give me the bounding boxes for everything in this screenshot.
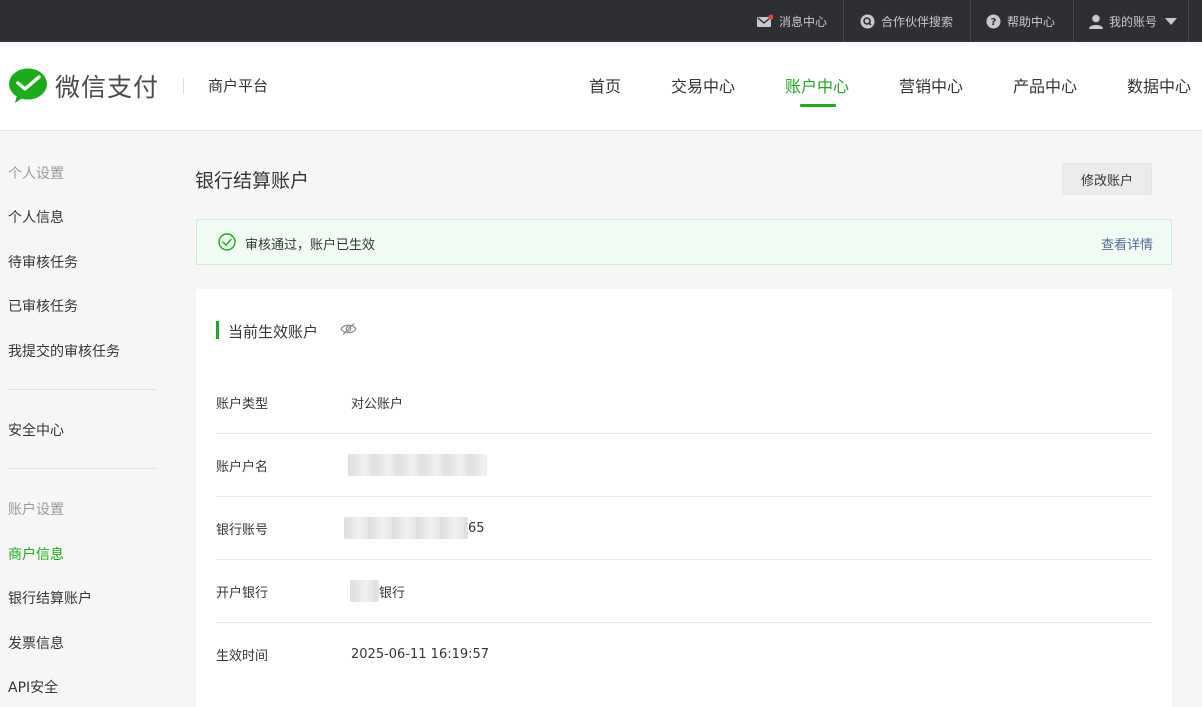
topbar-divider bbox=[843, 0, 844, 42]
search-circle-icon bbox=[860, 14, 875, 29]
svg-text:?: ? bbox=[991, 17, 997, 28]
logo-text: 微信支付 bbox=[55, 73, 160, 102]
effective-time-label: 生效时间 bbox=[216, 649, 269, 664]
sidebar-heading-account: 账户设置 bbox=[8, 502, 64, 518]
top-utility-bar: 消息中心 合作伙伴搜索 ? 帮助中心 我的账号 bbox=[0, 0, 1202, 42]
bank-account-number-label: 银行账号 bbox=[216, 522, 269, 538]
modify-account-button[interactable]: 修改账户 bbox=[1062, 163, 1152, 195]
wechat-pay-logo-icon bbox=[8, 68, 48, 108]
masked-account-number bbox=[344, 517, 468, 539]
nav-home[interactable]: 首页 bbox=[589, 73, 621, 97]
mail-icon bbox=[757, 14, 773, 28]
topbar-divider bbox=[1188, 0, 1189, 42]
nav-product-center[interactable]: 产品中心 bbox=[1013, 73, 1077, 97]
logo-divider bbox=[183, 78, 184, 94]
main-header: 微信支付 商户平台 首页 交易中心 账户中心 营销中心 产品中心 数据中心 bbox=[0, 42, 1202, 131]
user-icon bbox=[1089, 14, 1103, 29]
sidebar-item-api-security[interactable]: API安全 bbox=[8, 677, 58, 697]
sidebar-item-my-submitted[interactable]: 我提交的审核任务 bbox=[8, 341, 120, 361]
my-account-label: 我的账号 bbox=[1109, 14, 1158, 29]
account-name-row: 账户户名 bbox=[216, 434, 1152, 497]
topbar-divider bbox=[970, 0, 971, 42]
sidebar-item-invoice-info[interactable]: 发票信息 bbox=[8, 633, 64, 653]
effective-time-row: 生效时间 2025-06-11 16:19:57 bbox=[216, 623, 1152, 686]
masked-bank-name bbox=[350, 580, 379, 602]
sidebar-divider bbox=[8, 468, 156, 469]
account-type-value: 对公账户 bbox=[351, 396, 404, 412]
eye-hidden-icon[interactable] bbox=[340, 322, 357, 340]
nav-marketing-center[interactable]: 营销中心 bbox=[899, 73, 963, 97]
sidebar-heading-personal: 个人设置 bbox=[8, 166, 64, 182]
nav-data-center[interactable]: 数据中心 bbox=[1127, 73, 1191, 97]
account-type-row: 账户类型 对公账户 bbox=[216, 371, 1152, 434]
status-notice: 审核通过，账户已生效 查看详情 bbox=[196, 219, 1172, 265]
sidebar-divider bbox=[8, 389, 156, 390]
masked-account-name bbox=[348, 454, 487, 476]
view-details-link[interactable]: 查看详情 bbox=[1101, 234, 1153, 253]
sidebar-item-personal-info[interactable]: 个人信息 bbox=[8, 207, 64, 227]
account-name-value bbox=[348, 434, 487, 496]
effective-time-value: 2025-06-11 16:19:57 bbox=[351, 647, 490, 662]
nav-active-underline bbox=[800, 104, 836, 107]
check-circle-icon bbox=[218, 233, 236, 255]
opening-bank-suffix: 银行 bbox=[379, 585, 406, 601]
notice-text: 审核通过，账户已生效 bbox=[245, 238, 376, 253]
chevron-down-icon bbox=[1165, 17, 1178, 25]
sidebar-item-merchant-info[interactable]: 商户信息 bbox=[8, 544, 64, 564]
partner-search-label: 合作伙伴搜索 bbox=[881, 14, 954, 29]
sidebar-item-pending-review[interactable]: 待审核任务 bbox=[8, 252, 78, 272]
nav-account-center[interactable]: 账户中心 bbox=[785, 73, 849, 97]
help-icon: ? bbox=[986, 14, 1001, 29]
help-center-label: 帮助中心 bbox=[1007, 14, 1056, 29]
sidebar-item-security-center[interactable]: 安全中心 bbox=[8, 420, 64, 440]
opening-bank-row: 开户银行 银行 bbox=[216, 560, 1152, 623]
sidebar-item-reviewed[interactable]: 已审核任务 bbox=[8, 296, 78, 316]
bank-account-number-row: 银行账号 65 bbox=[216, 497, 1152, 560]
opening-bank-label: 开户银行 bbox=[216, 585, 269, 601]
message-center-label: 消息中心 bbox=[779, 14, 828, 29]
bank-account-number-value: 65 bbox=[344, 497, 485, 559]
help-center-link[interactable]: ? 帮助中心 bbox=[986, 0, 1055, 42]
platform-label: 商户平台 bbox=[208, 77, 269, 95]
partner-search-link[interactable]: 合作伙伴搜索 bbox=[860, 0, 953, 42]
nav-transaction-center[interactable]: 交易中心 bbox=[671, 73, 735, 97]
card-title-accent bbox=[216, 321, 219, 339]
my-account-menu[interactable]: 我的账号 bbox=[1089, 0, 1178, 42]
card-title: 当前生效账户 bbox=[228, 323, 319, 341]
account-number-suffix: 65 bbox=[468, 520, 485, 536]
sidebar-item-bank-settlement[interactable]: 银行结算账户 bbox=[8, 588, 92, 608]
message-center-link[interactable]: 消息中心 bbox=[757, 0, 827, 42]
account-type-label: 账户类型 bbox=[216, 396, 269, 412]
opening-bank-value: 银行 bbox=[350, 560, 405, 622]
page-title: 银行结算账户 bbox=[195, 170, 310, 192]
account-name-label: 账户户名 bbox=[216, 459, 269, 475]
current-account-card: 当前生效账户 账户类型 对公账户 账户户名 银行账号 65 开户银行 银行 生效… bbox=[196, 289, 1172, 707]
topbar-divider bbox=[1073, 0, 1074, 42]
